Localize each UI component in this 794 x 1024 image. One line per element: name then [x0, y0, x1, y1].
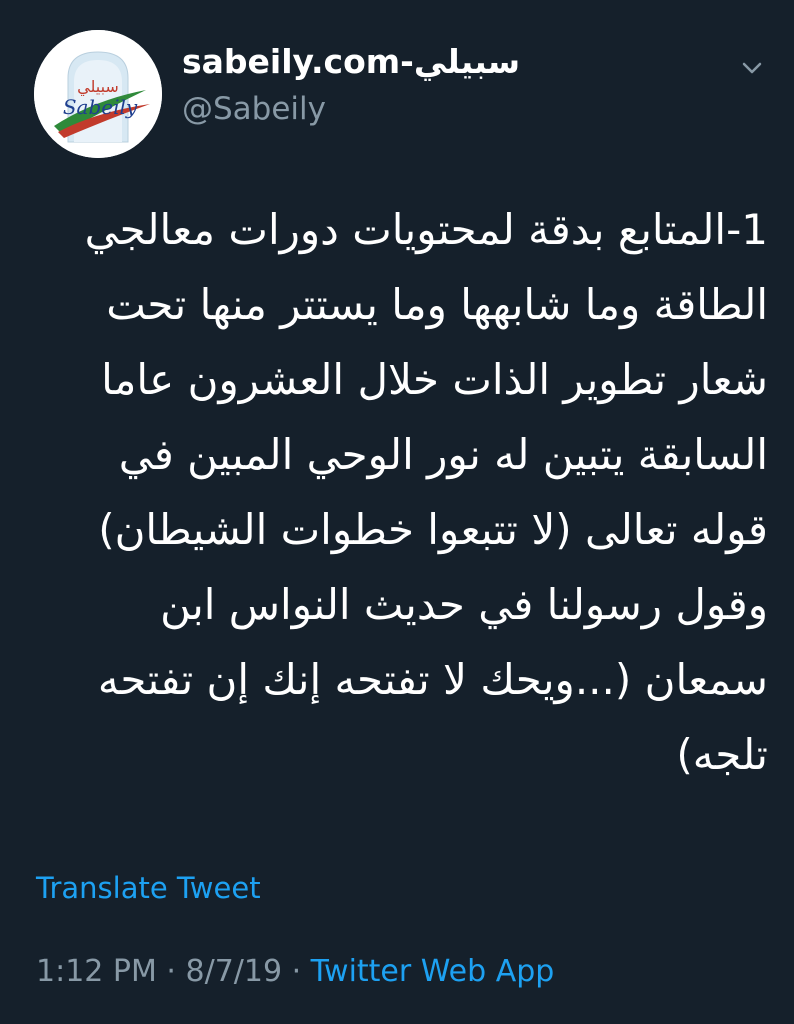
avatar[interactable]: سبيلي Sabeily: [34, 30, 162, 158]
tweet-meta: 1:12 PM · 8/7/19 · Twitter Web App: [36, 950, 554, 994]
sabeily-logo: سبيلي Sabeily: [34, 30, 162, 158]
logo-arabic-text: سبيلي: [77, 77, 119, 97]
user-handle[interactable]: @Sabeily: [182, 88, 520, 130]
display-name[interactable]: sabeily.com-سبيلي: [182, 40, 520, 84]
tweet-text: 1-المتابع بدقة لمحتويات دورات معالجي الط…: [84, 205, 768, 779]
tweet-date[interactable]: 8/7/19: [186, 954, 283, 989]
tweet-source-link[interactable]: Twitter Web App: [311, 954, 555, 989]
tweet-card: سبيلي Sabeily sabeily.com-سبيلي @Sabeily…: [0, 0, 794, 1024]
chevron-down-icon[interactable]: [738, 54, 766, 82]
tweet-header: سبيلي Sabeily sabeily.com-سبيلي @Sabeily: [34, 30, 774, 160]
tweet-time[interactable]: 1:12 PM: [36, 954, 157, 989]
logo-latin-text: Sabeily: [63, 95, 138, 119]
meta-separator: ·: [156, 954, 186, 989]
translate-tweet-link[interactable]: Translate Tweet: [36, 868, 261, 908]
user-names: sabeily.com-سبيلي @Sabeily: [182, 40, 520, 130]
meta-separator: ·: [282, 954, 311, 989]
